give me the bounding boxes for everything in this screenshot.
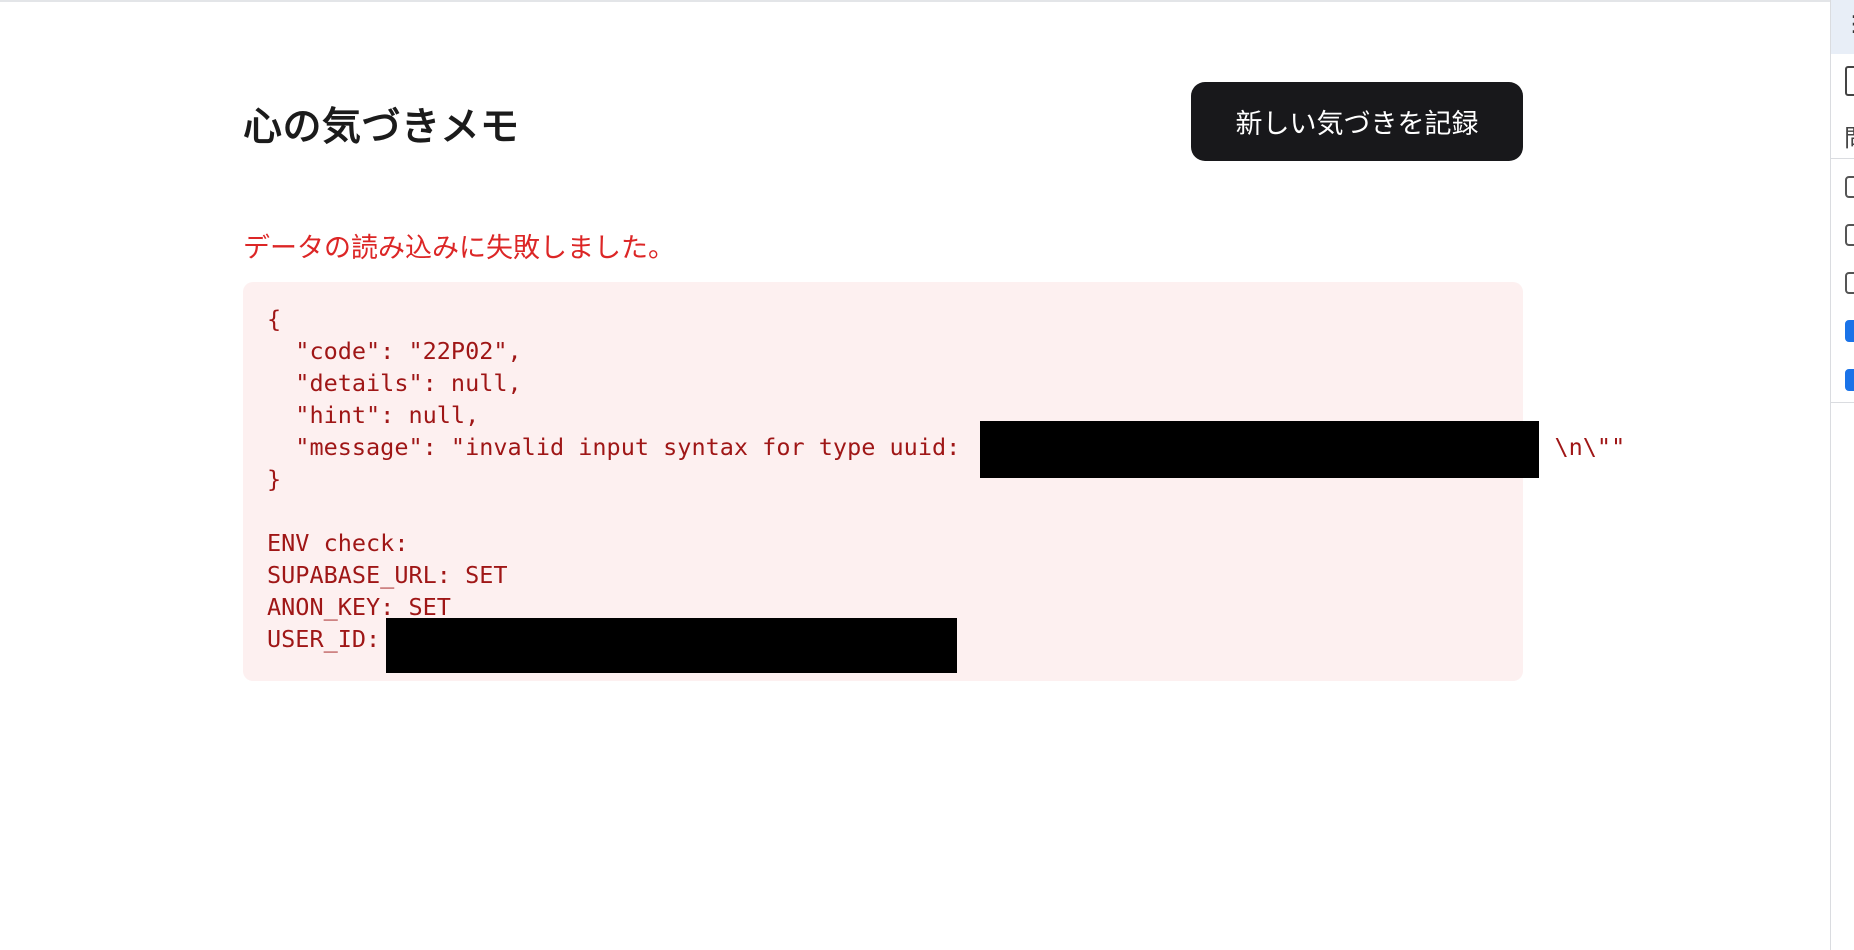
side-checkbox[interactable]: [1845, 224, 1854, 246]
side-checkbox[interactable]: [1845, 176, 1854, 198]
page-header: 心の気づきメモ 新しい気づきを記録: [243, 82, 1523, 162]
side-divider: [1831, 402, 1854, 403]
side-divider: [1831, 158, 1854, 159]
side-checkbox[interactable]: [1845, 272, 1854, 294]
redacted-user-id-block: [386, 618, 957, 673]
error-details: { "code": "22P02", "details": null, "hin…: [267, 305, 1626, 653]
side-checkbox[interactable]: [1845, 320, 1854, 342]
side-panel: ⋮ 問: [1830, 0, 1854, 950]
new-entry-button[interactable]: 新しい気づきを記録: [1191, 82, 1523, 161]
vertical-dots-icon[interactable]: ⋮: [1843, 12, 1854, 37]
page-title: 心の気づきメモ: [243, 105, 520, 150]
side-panel-label: 問: [1844, 118, 1854, 153]
redacted-uuid-block: [980, 421, 1539, 478]
side-checkbox[interactable]: [1845, 369, 1854, 391]
error-message: データの読み込みに失敗しました。: [243, 233, 675, 264]
page-icon[interactable]: [1845, 66, 1854, 96]
app-page: 心の気づきメモ 新しい気づきを記録 データの読み込みに失敗しました。 { "co…: [0, 0, 1830, 950]
